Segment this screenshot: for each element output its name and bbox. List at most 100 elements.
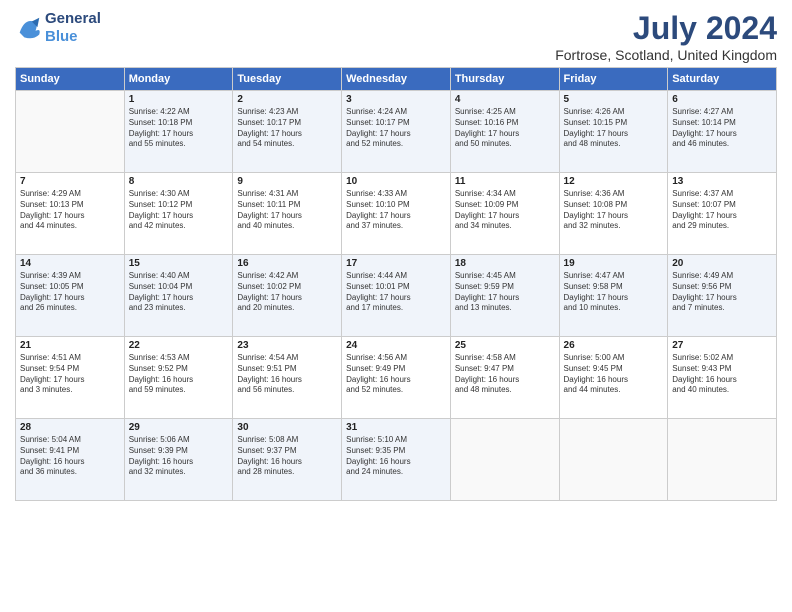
- day-number: 5: [564, 94, 664, 105]
- cell-daylight-info: Sunrise: 4:47 AM Sunset: 9:58 PM Dayligh…: [564, 271, 664, 314]
- col-sunday: Sunday: [16, 68, 125, 91]
- cell-daylight-info: Sunrise: 4:44 AM Sunset: 10:01 PM Daylig…: [346, 271, 446, 314]
- cell-daylight-info: Sunrise: 4:51 AM Sunset: 9:54 PM Dayligh…: [20, 353, 120, 396]
- cell-daylight-info: Sunrise: 4:25 AM Sunset: 10:16 PM Daylig…: [455, 107, 555, 150]
- day-number: 27: [672, 340, 772, 351]
- day-number: 24: [346, 340, 446, 351]
- day-number: 8: [129, 176, 229, 187]
- table-row: 17Sunrise: 4:44 AM Sunset: 10:01 PM Dayl…: [342, 255, 451, 337]
- day-number: 22: [129, 340, 229, 351]
- cell-daylight-info: Sunrise: 5:06 AM Sunset: 9:39 PM Dayligh…: [129, 435, 229, 478]
- table-row: 28 Sunrise: 5:04 AM Sunset: 9:41 PM Dayli…: [16, 419, 125, 501]
- table-row: 9 Sunrise: 4:31 AM Sunset: 10:11 PM Dayli…: [233, 173, 342, 255]
- day-number: 2: [237, 94, 337, 105]
- table-row: [450, 419, 559, 501]
- cell-daylight-info: Sunrise: 4:34 AM Sunset: 10:09 PM Daylig…: [455, 189, 555, 232]
- table-row: 20 Sunrise: 4:49 AM Sunset: 9:56 PM Dayli…: [668, 255, 777, 337]
- cell-daylight-info: Sunrise: 4:39 AM Sunset: 10:05 PM Daylig…: [20, 271, 120, 314]
- cell-daylight-info: Sunrise: 4:30 AM Sunset: 10:12 PM Daylig…: [129, 189, 229, 232]
- col-wednesday: Wednesday: [342, 68, 451, 91]
- day-number: 10: [346, 176, 446, 187]
- col-tuesday: Tuesday: [233, 68, 342, 91]
- table-row: 16 Sunrise: 4:42 AM Sunset: 10:02 PM Dayl…: [233, 255, 342, 337]
- table-row: 13 Sunrise: 4:37 AM Sunset: 10:07 PM Dayl…: [668, 173, 777, 255]
- day-number: 12: [564, 176, 664, 187]
- cell-daylight-info: Sunrise: 4:31 AM Sunset: 10:11 PM Daylig…: [237, 189, 337, 232]
- cell-daylight-info: Sunrise: 5:10 AM Sunset: 9:35 PM Dayligh…: [346, 435, 446, 478]
- month-title: July 2024: [555, 10, 777, 47]
- cell-daylight-info: Sunrise: 4:29 AM Sunset: 10:13 PM Daylig…: [20, 189, 120, 232]
- day-number: 9: [237, 176, 337, 187]
- day-number: 30: [237, 422, 337, 433]
- day-number: 28: [20, 422, 120, 433]
- col-saturday: Saturday: [668, 68, 777, 91]
- cell-daylight-info: Sunrise: 4:36 AM Sunset: 10:08 PM Daylig…: [564, 189, 664, 232]
- location-subtitle: Fortrose, Scotland, United Kingdom: [555, 47, 777, 63]
- table-row: [559, 419, 668, 501]
- cell-daylight-info: Sunrise: 4:27 AM Sunset: 10:14 PM Daylig…: [672, 107, 772, 150]
- table-row: 11 Sunrise: 4:34 AM Sunset: 10:09 PM Dayl…: [450, 173, 559, 255]
- table-row: 30Sunrise: 5:08 AM Sunset: 9:37 PM Dayli…: [233, 419, 342, 501]
- cell-daylight-info: Sunrise: 4:45 AM Sunset: 9:59 PM Dayligh…: [455, 271, 555, 314]
- table-row: 26Sunrise: 5:00 AM Sunset: 9:45 PM Dayli…: [559, 337, 668, 419]
- day-number: 25: [455, 340, 555, 351]
- cell-daylight-info: Sunrise: 4:37 AM Sunset: 10:07 PM Daylig…: [672, 189, 772, 232]
- table-row: [16, 91, 125, 173]
- calendar-table: Sunday Monday Tuesday Wednesday Thursday…: [15, 67, 777, 501]
- day-number: 26: [564, 340, 664, 351]
- title-block: July 2024 Fortrose, Scotland, United Kin…: [555, 10, 777, 63]
- table-row: 22 Sunrise: 4:53 AM Sunset: 9:52 PM Dayli…: [124, 337, 233, 419]
- day-number: 13: [672, 176, 772, 187]
- table-row: 8 Sunrise: 4:30 AM Sunset: 10:12 PM Dayli…: [124, 173, 233, 255]
- table-row: 29 Sunrise: 5:06 AM Sunset: 9:39 PM Dayli…: [124, 419, 233, 501]
- cell-daylight-info: Sunrise: 4:42 AM Sunset: 10:02 PM Daylig…: [237, 271, 337, 314]
- cell-daylight-info: Sunrise: 4:23 AM Sunset: 10:17 PM Daylig…: [237, 107, 337, 150]
- table-row: 3 Sunrise: 4:24 AM Sunset: 10:17 PM Dayli…: [342, 91, 451, 173]
- table-row: 15Sunrise: 4:40 AM Sunset: 10:04 PM Dayl…: [124, 255, 233, 337]
- table-row: 5 Sunrise: 4:26 AM Sunset: 10:15 PM Dayli…: [559, 91, 668, 173]
- day-number: 3: [346, 94, 446, 105]
- cell-daylight-info: Sunrise: 5:04 AM Sunset: 9:41 PM Dayligh…: [20, 435, 120, 478]
- calendar-page: General Blue July 2024 Fortrose, Scotlan…: [0, 0, 792, 612]
- table-row: 1 Sunrise: 4:22 AM Sunset: 10:18 PM Dayli…: [124, 91, 233, 173]
- cell-daylight-info: Sunrise: 4:22 AM Sunset: 10:18 PM Daylig…: [129, 107, 229, 150]
- day-number: 6: [672, 94, 772, 105]
- day-number: 16: [237, 258, 337, 269]
- logo-icon: [15, 14, 43, 42]
- day-number: 18: [455, 258, 555, 269]
- col-thursday: Thursday: [450, 68, 559, 91]
- day-number: 4: [455, 94, 555, 105]
- day-number: 19: [564, 258, 664, 269]
- cell-daylight-info: Sunrise: 4:24 AM Sunset: 10:17 PM Daylig…: [346, 107, 446, 150]
- day-number: 31: [346, 422, 446, 433]
- table-row: 21 Sunrise: 4:51 AM Sunset: 9:54 PM Dayli…: [16, 337, 125, 419]
- col-friday: Friday: [559, 68, 668, 91]
- cell-daylight-info: Sunrise: 4:49 AM Sunset: 9:56 PM Dayligh…: [672, 271, 772, 314]
- logo-text: General Blue: [45, 10, 101, 46]
- table-row: 14 Sunrise: 4:39 AM Sunset: 10:05 PM Dayl…: [16, 255, 125, 337]
- day-number: 1: [129, 94, 229, 105]
- table-row: 6 Sunrise: 4:27 AM Sunset: 10:14 PM Dayli…: [668, 91, 777, 173]
- day-number: 23: [237, 340, 337, 351]
- day-number: 11: [455, 176, 555, 187]
- cell-daylight-info: Sunrise: 4:40 AM Sunset: 10:04 PM Daylig…: [129, 271, 229, 314]
- col-monday: Monday: [124, 68, 233, 91]
- table-row: 12 Sunrise: 4:36 AM Sunset: 10:08 PM Dayl…: [559, 173, 668, 255]
- day-number: 29: [129, 422, 229, 433]
- table-row: 24Sunrise: 4:56 AM Sunset: 9:49 PM Dayli…: [342, 337, 451, 419]
- day-number: 20: [672, 258, 772, 269]
- table-row: 2 Sunrise: 4:23 AM Sunset: 10:17 PM Dayli…: [233, 91, 342, 173]
- table-row: 23 Sunrise: 4:54 AM Sunset: 9:51 PM Dayli…: [233, 337, 342, 419]
- cell-daylight-info: Sunrise: 4:54 AM Sunset: 9:51 PM Dayligh…: [237, 353, 337, 396]
- logo: General Blue: [15, 10, 101, 46]
- day-number: 14: [20, 258, 120, 269]
- table-row: 18 Sunrise: 4:45 AM Sunset: 9:59 PM Dayli…: [450, 255, 559, 337]
- cell-daylight-info: Sunrise: 4:58 AM Sunset: 9:47 PM Dayligh…: [455, 353, 555, 396]
- cell-daylight-info: Sunrise: 4:26 AM Sunset: 10:15 PM Daylig…: [564, 107, 664, 150]
- cell-daylight-info: Sunrise: 4:53 AM Sunset: 9:52 PM Dayligh…: [129, 353, 229, 396]
- table-row: 25 Sunrise: 4:58 AM Sunset: 9:47 PM Dayli…: [450, 337, 559, 419]
- table-row: 4 Sunrise: 4:25 AM Sunset: 10:16 PM Dayli…: [450, 91, 559, 173]
- cell-daylight-info: Sunrise: 4:33 AM Sunset: 10:10 PM Daylig…: [346, 189, 446, 232]
- cell-daylight-info: Sunrise: 5:02 AM Sunset: 9:43 PM Dayligh…: [672, 353, 772, 396]
- day-number: 21: [20, 340, 120, 351]
